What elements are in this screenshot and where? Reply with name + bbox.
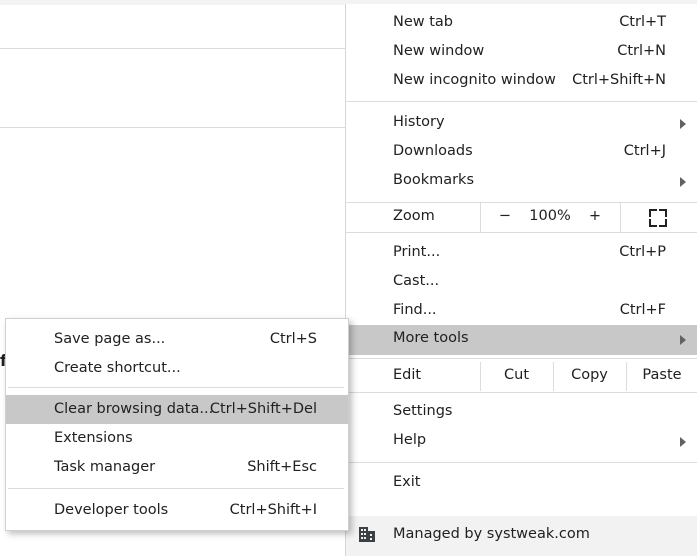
submenu-item-label: Save page as... <box>54 331 166 347</box>
menu-item-label: Help <box>393 432 427 448</box>
zoom-in-button[interactable]: + <box>576 208 614 224</box>
zoom-label: Zoom <box>393 208 435 224</box>
building-icon <box>359 527 375 542</box>
submenu-item-save-page[interactable]: Save page as... Ctrl+S <box>6 325 348 354</box>
menu-item-new-incognito-window[interactable]: New incognito window Ctrl+Shift+N <box>346 67 697 96</box>
menu-item-downloads[interactable]: Downloads Ctrl+J <box>346 138 697 167</box>
menu-separator <box>346 462 697 463</box>
submenu-item-shortcut: Shift+Esc <box>247 459 317 475</box>
paste-button[interactable]: Paste <box>626 367 697 383</box>
chevron-right-icon <box>680 335 686 345</box>
chevron-right-icon <box>680 119 686 129</box>
submenu-item-task-manager[interactable]: Task manager Shift+Esc <box>6 453 348 482</box>
submenu-item-shortcut: Ctrl+Shift+Del <box>209 401 317 417</box>
submenu-item-clear-browsing-data[interactable]: Clear browsing data... Ctrl+Shift+Del <box>6 395 348 424</box>
managed-label: Managed by systweak.com <box>393 526 590 542</box>
menu-item-find[interactable]: Find... Ctrl+F <box>346 297 697 326</box>
menu-item-label: Downloads <box>393 143 473 159</box>
menu-item-more-tools[interactable]: More tools <box>346 325 697 355</box>
menu-item-new-window[interactable]: New window Ctrl+N <box>346 38 697 67</box>
menu-item-cast[interactable]: Cast... <box>346 268 697 297</box>
submenu-item-label: Task manager <box>54 459 156 475</box>
menu-separator <box>346 232 697 233</box>
menu-separator <box>346 101 697 102</box>
menu-item-settings[interactable]: Settings <box>346 398 697 427</box>
menu-item-new-tab[interactable]: New tab Ctrl+T <box>346 9 697 38</box>
submenu-item-label: Clear browsing data... <box>54 401 214 417</box>
zoom-level: 100% <box>529 208 571 224</box>
menu-item-label: Settings <box>393 403 453 419</box>
page-divider <box>0 48 345 49</box>
submenu-item-label: Create shortcut... <box>54 360 181 376</box>
submenu-item-label: Developer tools <box>54 502 169 518</box>
menu-item-shortcut: Ctrl+T <box>619 14 666 30</box>
page-divider <box>0 127 345 128</box>
menu-item-shortcut: Ctrl+F <box>619 302 666 318</box>
menu-item-label: New tab <box>393 14 454 30</box>
submenu-separator <box>8 387 344 388</box>
submenu-separator <box>8 488 344 489</box>
copy-button[interactable]: Copy <box>553 367 626 383</box>
menu-item-label: Cast... <box>393 273 440 289</box>
menu-item-help[interactable]: Help <box>346 427 697 456</box>
edit-row: Edit Cut Copy Paste <box>346 362 697 391</box>
menu-item-label: Find... <box>393 302 437 318</box>
menu-item-label: New window <box>393 43 485 59</box>
submenu-item-developer-tools[interactable]: Developer tools Ctrl+Shift+I <box>6 496 348 525</box>
chevron-right-icon <box>680 177 686 187</box>
menu-item-shortcut: Ctrl+P <box>619 244 666 260</box>
submenu-item-extensions[interactable]: Extensions <box>6 424 348 453</box>
menu-item-label: History <box>393 114 445 130</box>
fullscreen-icon[interactable] <box>649 209 667 227</box>
submenu-item-label: Extensions <box>54 430 133 446</box>
chrome-main-menu: New tab Ctrl+T New window Ctrl+N New inc… <box>345 4 697 556</box>
menu-item-exit[interactable]: Exit <box>346 469 697 498</box>
managed-by-notice[interactable]: Managed by systweak.com <box>346 516 697 556</box>
submenu-item-create-shortcut[interactable]: Create shortcut... <box>6 354 348 383</box>
zoom-divider <box>480 203 481 232</box>
menu-item-shortcut: Ctrl+Shift+N <box>572 72 666 88</box>
menu-separator <box>346 392 697 393</box>
menu-item-label: More tools <box>393 330 469 346</box>
menu-item-label: Exit <box>393 474 421 490</box>
menu-item-shortcut: Ctrl+J <box>623 143 666 159</box>
zoom-divider <box>620 203 621 232</box>
menu-item-label: New incognito window <box>393 72 556 88</box>
menu-item-label: Print... <box>393 244 441 260</box>
menu-item-bookmarks[interactable]: Bookmarks <box>346 167 697 196</box>
menu-separator <box>346 358 697 359</box>
zoom-out-button[interactable]: − <box>486 208 524 224</box>
menu-item-history[interactable]: History <box>346 109 697 138</box>
cut-button[interactable]: Cut <box>480 367 553 383</box>
more-tools-submenu: Save page as... Ctrl+S Create shortcut..… <box>5 318 349 531</box>
menu-item-shortcut: Ctrl+N <box>617 43 666 59</box>
edit-label: Edit <box>393 367 422 383</box>
submenu-item-shortcut: Ctrl+Shift+I <box>229 502 317 518</box>
zoom-row: Zoom − 100% + <box>346 203 697 232</box>
chevron-right-icon <box>680 437 686 447</box>
menu-item-print[interactable]: Print... Ctrl+P <box>346 239 697 268</box>
menu-item-label: Bookmarks <box>393 172 475 188</box>
submenu-item-shortcut: Ctrl+S <box>269 331 317 347</box>
